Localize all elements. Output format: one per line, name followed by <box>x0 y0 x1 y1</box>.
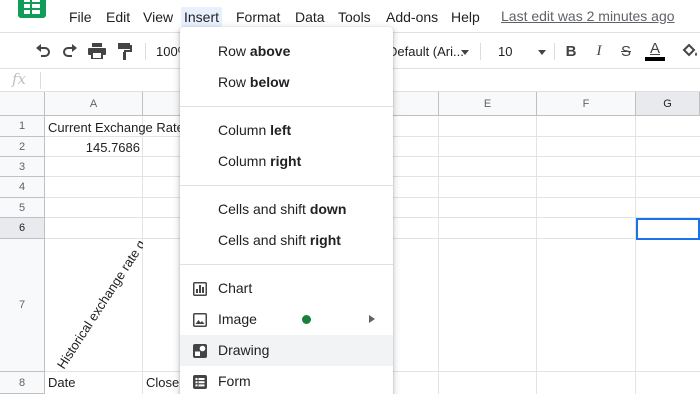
menu-view[interactable]: View <box>140 7 176 27</box>
menu-item-drawing[interactable]: Drawing <box>180 335 393 366</box>
menu-item-chart[interactable]: Chart <box>180 273 393 304</box>
row-header-6[interactable]: 6 <box>0 218 45 239</box>
row-header-8[interactable]: 8 <box>0 372 45 394</box>
menu-item-label: Image <box>218 311 257 327</box>
menu-item-label: Form <box>218 373 251 389</box>
menu-tools[interactable]: Tools <box>335 7 374 27</box>
row-header-1[interactable]: 1 <box>0 116 45 137</box>
menu-item-image[interactable]: Image <box>180 304 393 335</box>
menu-item-row-above[interactable]: Row above <box>180 36 393 67</box>
sheets-logo-icon[interactable] <box>18 0 46 18</box>
font-size-select[interactable]: 10 <box>498 43 512 60</box>
menu-divider <box>180 264 393 265</box>
fx-icon: fx <box>12 70 27 88</box>
text-color-button[interactable]: A <box>644 41 666 61</box>
print-icon[interactable] <box>86 41 108 61</box>
strikethrough-button[interactable]: S <box>617 41 635 61</box>
fill-color-icon[interactable] <box>680 41 700 61</box>
menu-divider <box>180 185 393 186</box>
menu-item-label: Row below <box>218 74 290 90</box>
row-header-7[interactable]: 7 <box>0 239 45 372</box>
row-header-5[interactable]: 5 <box>0 198 45 218</box>
column-header-f[interactable]: F <box>537 92 636 116</box>
menu-item-label: Cells and shift down <box>218 201 347 217</box>
drawing-icon <box>192 343 208 359</box>
menu-item-form[interactable]: Form <box>180 366 393 394</box>
image-icon <box>192 312 208 328</box>
column-header-e[interactable]: E <box>439 92 537 116</box>
menu-item-column-right[interactable]: Column right <box>180 146 393 177</box>
font-family-caret-icon[interactable] <box>461 50 469 55</box>
menu-item-column-left[interactable]: Column left <box>180 115 393 146</box>
toolbar-divider <box>554 43 555 60</box>
row-header-4[interactable]: 4 <box>0 177 45 198</box>
row-header-2[interactable]: 2 <box>0 137 45 157</box>
paint-format-icon[interactable] <box>115 41 135 61</box>
select-all-corner[interactable] <box>0 92 45 116</box>
menu-item-row-below[interactable]: Row below <box>180 67 393 98</box>
selected-cell-g6[interactable] <box>636 218 700 240</box>
font-family-select[interactable]: Default (Ari... <box>388 43 464 60</box>
bold-button[interactable]: B <box>562 41 580 61</box>
cell-a2[interactable]: 145.7686 <box>46 139 140 156</box>
last-edit-link[interactable]: Last edit was 2 minutes ago <box>501 7 675 25</box>
insert-menu-dropdown: Row above Row below Column left Column r… <box>180 27 393 394</box>
menu-item-cells-shift-down[interactable]: Cells and shift down <box>180 194 393 225</box>
chart-icon <box>192 281 208 297</box>
text-color-label: A <box>649 40 660 57</box>
new-feature-dot-icon <box>302 315 311 324</box>
menu-item-label: Column right <box>218 153 302 169</box>
menu-item-label: Row above <box>218 43 291 59</box>
form-icon <box>192 374 208 390</box>
menu-item-cells-shift-right[interactable]: Cells and shift right <box>180 225 393 256</box>
menu-item-label: Column left <box>218 122 292 138</box>
italic-button[interactable]: I <box>590 41 608 61</box>
menu-item-label: Drawing <box>218 342 270 358</box>
menu-add-ons[interactable]: Add-ons <box>383 7 441 27</box>
grid-line <box>536 116 537 394</box>
menu-help[interactable]: Help <box>448 7 483 27</box>
column-header-g[interactable]: G <box>636 92 700 116</box>
toolbar-divider <box>145 43 146 60</box>
font-size-caret-icon[interactable] <box>538 50 546 55</box>
menu-item-label: Chart <box>218 280 253 296</box>
menu-insert[interactable]: Insert <box>181 7 223 27</box>
menu-edit[interactable]: Edit <box>103 7 133 27</box>
row-header-3[interactable]: 3 <box>0 157 45 177</box>
redo-icon[interactable] <box>60 41 80 61</box>
undo-icon[interactable] <box>33 41 53 61</box>
cell-a1[interactable]: Current Exchange Rate <box>48 119 188 136</box>
grid-line <box>635 116 636 394</box>
menu-divider <box>180 106 393 107</box>
menu-format[interactable]: Format <box>233 7 283 27</box>
formula-bar-divider <box>40 72 41 89</box>
cell-a8[interactable]: Date <box>48 374 138 391</box>
text-color-swatch <box>645 57 665 61</box>
menu-data[interactable]: Data <box>292 7 328 27</box>
cell-a7[interactable]: Historical exchange rate data <box>46 241 143 371</box>
menu-file[interactable]: File <box>66 7 95 27</box>
submenu-arrow-icon <box>369 315 375 323</box>
grid-line <box>438 116 439 394</box>
cell-a7-rotated-text: Historical exchange rate data <box>53 241 143 371</box>
menu-item-label: Cells and shift right <box>218 232 341 248</box>
column-header-a[interactable]: A <box>45 92 143 116</box>
toolbar-divider <box>480 43 481 60</box>
